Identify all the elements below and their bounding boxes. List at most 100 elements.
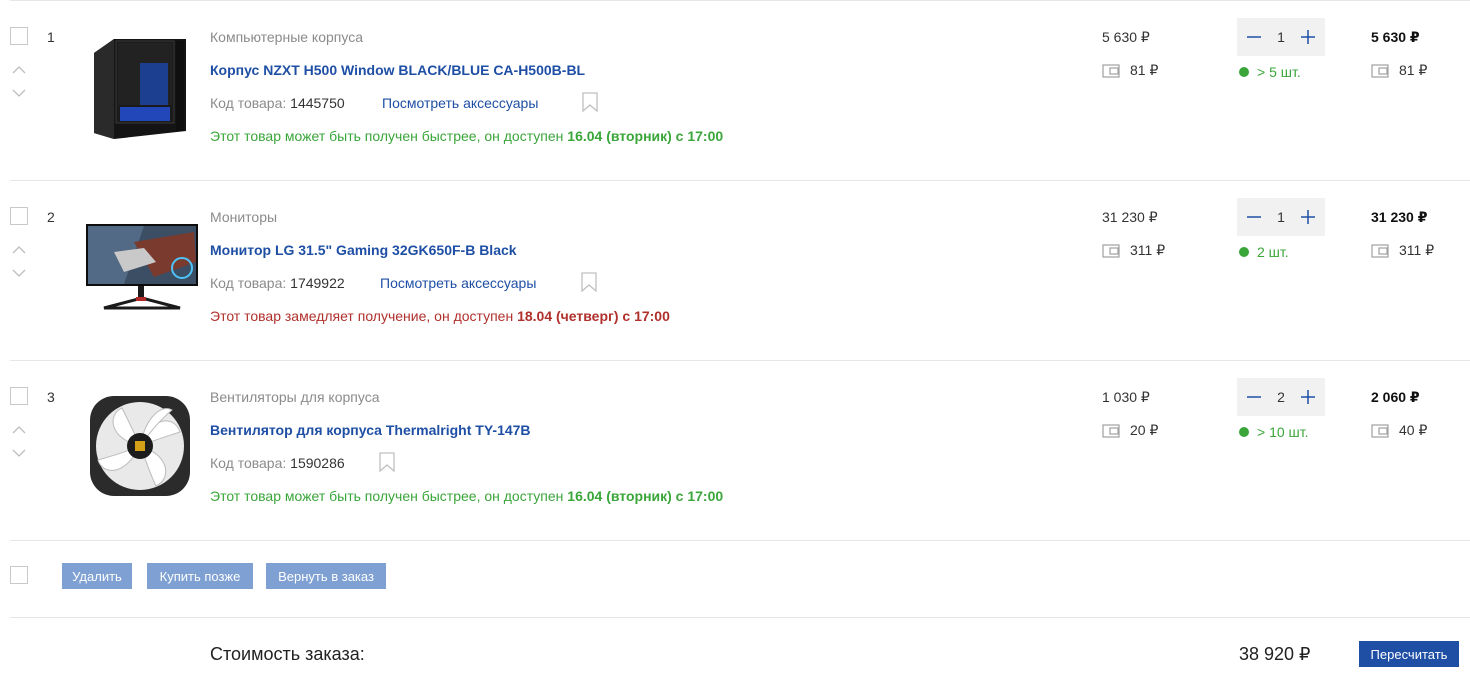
move-down-icon[interactable]	[12, 449, 26, 459]
monitor-image[interactable]	[84, 222, 200, 314]
buy-later-button[interactable]: Купить позже	[147, 563, 253, 589]
stock-value: > 5 шт.	[1257, 64, 1301, 80]
delete-button[interactable]: Удалить	[62, 563, 132, 589]
item-category: Мониторы	[210, 209, 278, 225]
recalculate-button[interactable]: Пересчитать	[1359, 641, 1459, 667]
wallet-icon	[1102, 63, 1120, 78]
increase-button[interactable]	[1299, 208, 1317, 226]
order-cost-label: Стоимость заказа:	[210, 644, 365, 664]
move-up-icon[interactable]	[12, 66, 26, 76]
item-checkbox[interactable]	[10, 27, 28, 45]
order-cost-value: 38 920 ₽	[1239, 644, 1311, 664]
quantity-stepper: 2	[1237, 378, 1325, 416]
accessories-link[interactable]: Посмотреть аксессуары	[380, 275, 536, 291]
item-index: 1	[47, 29, 55, 45]
item-category: Компьютерные корпуса	[210, 29, 363, 45]
availability-note: Этот товар может быть получен быстрее, о…	[210, 128, 723, 144]
pc-case-image[interactable]	[86, 25, 196, 145]
availability-date: 16.04 (вторник) с 17:00	[567, 128, 724, 144]
return-to-order-button[interactable]: Вернуть в заказ	[266, 563, 386, 589]
item-bonus: 311 ₽	[1102, 242, 1165, 259]
availability-text: Этот товар может быть получен быстрее, о…	[210, 128, 568, 144]
stock-value: 2 шт.	[1257, 244, 1289, 260]
item-checkbox[interactable]	[10, 207, 28, 225]
fan-image[interactable]	[84, 392, 196, 500]
move-up-icon[interactable]	[12, 246, 26, 256]
item-code-value: 1590286	[290, 455, 345, 471]
item-total-bonus: 81 ₽	[1371, 62, 1427, 79]
bookmark-icon[interactable]	[581, 272, 597, 293]
stock-status: > 10 шт.	[1239, 424, 1309, 440]
availability-text: Этот товар замедляет получение, он досту…	[210, 308, 518, 324]
quantity-stepper: 1	[1237, 18, 1325, 56]
wallet-icon	[1371, 63, 1389, 78]
divider	[10, 0, 1470, 1]
stock-dot-icon	[1239, 427, 1249, 437]
quantity-value[interactable]: 2	[1269, 389, 1293, 405]
divider	[10, 540, 1470, 541]
divider	[10, 360, 1470, 361]
item-name-link[interactable]: Вентилятор для корпуса Thermalright TY-1…	[210, 422, 531, 438]
wallet-icon	[1102, 423, 1120, 438]
availability-date: 18.04 (четверг) с 17:00	[517, 308, 670, 324]
stock-status: > 5 шт.	[1239, 64, 1301, 80]
decrease-button[interactable]	[1245, 28, 1263, 46]
move-down-icon[interactable]	[12, 89, 26, 99]
wallet-icon	[1371, 243, 1389, 258]
item-code: Код товара: 1590286	[210, 455, 345, 471]
item-name-link[interactable]: Монитор LG 31.5" Gaming 32GK650F-B Black	[210, 242, 517, 258]
decrease-button[interactable]	[1245, 388, 1263, 406]
item-index: 3	[47, 389, 55, 405]
item-code-label: Код товара:	[210, 275, 287, 291]
item-price: 1 030 ₽	[1102, 389, 1150, 405]
divider	[10, 617, 1470, 618]
item-total: 31 230 ₽	[1371, 209, 1428, 225]
item-code: Код товара: 1445750	[210, 95, 345, 111]
availability-text: Этот товар может быть получен быстрее, о…	[210, 488, 568, 504]
select-all-checkbox[interactable]	[10, 566, 28, 584]
item-bonus-value: 81 ₽	[1130, 62, 1159, 78]
item-bonus: 20 ₽	[1102, 422, 1158, 439]
item-code-value: 1749922	[290, 275, 345, 291]
increase-button[interactable]	[1299, 28, 1317, 46]
item-bonus-value: 311 ₽	[1130, 242, 1166, 258]
item-total-bonus-value: 311 ₽	[1399, 242, 1435, 258]
item-code: Код товара: 1749922	[210, 275, 345, 291]
stock-status: 2 шт.	[1239, 244, 1289, 260]
bookmark-icon[interactable]	[582, 92, 598, 113]
wallet-icon	[1102, 243, 1120, 258]
item-total-bonus: 40 ₽	[1371, 422, 1427, 439]
item-bonus: 81 ₽	[1102, 62, 1158, 79]
item-total-bonus-value: 81 ₽	[1399, 62, 1428, 78]
item-total: 5 630 ₽	[1371, 29, 1420, 45]
item-name-link[interactable]: Корпус NZXT H500 Window BLACK/BLUE CA-H5…	[210, 62, 585, 78]
decrease-button[interactable]	[1245, 208, 1263, 226]
item-category: Вентиляторы для корпуса	[210, 389, 380, 405]
move-up-icon[interactable]	[12, 426, 26, 436]
stock-dot-icon	[1239, 247, 1249, 257]
wallet-icon	[1371, 423, 1389, 438]
availability-note: Этот товар может быть получен быстрее, о…	[210, 488, 723, 504]
item-code-label: Код товара:	[210, 95, 287, 111]
item-checkbox[interactable]	[10, 387, 28, 405]
accessories-link[interactable]: Посмотреть аксессуары	[382, 95, 538, 111]
increase-button[interactable]	[1299, 388, 1317, 406]
quantity-value[interactable]: 1	[1269, 209, 1293, 225]
stock-value: > 10 шт.	[1257, 424, 1309, 440]
item-bonus-value: 20 ₽	[1130, 422, 1159, 438]
item-price: 31 230 ₽	[1102, 209, 1158, 225]
quantity-stepper: 1	[1237, 198, 1325, 236]
item-total: 2 060 ₽	[1371, 389, 1420, 405]
divider	[10, 180, 1470, 181]
item-total-bonus-value: 40 ₽	[1399, 422, 1428, 438]
availability-date: 16.04 (вторник) с 17:00	[567, 488, 724, 504]
item-code-value: 1445750	[290, 95, 345, 111]
item-price: 5 630 ₽	[1102, 29, 1150, 45]
quantity-value[interactable]: 1	[1269, 29, 1293, 45]
item-total-bonus: 311 ₽	[1371, 242, 1434, 259]
availability-note: Этот товар замедляет получение, он досту…	[210, 308, 670, 324]
item-code-label: Код товара:	[210, 455, 287, 471]
item-index: 2	[47, 209, 55, 225]
bookmark-icon[interactable]	[379, 452, 395, 473]
move-down-icon[interactable]	[12, 269, 26, 279]
